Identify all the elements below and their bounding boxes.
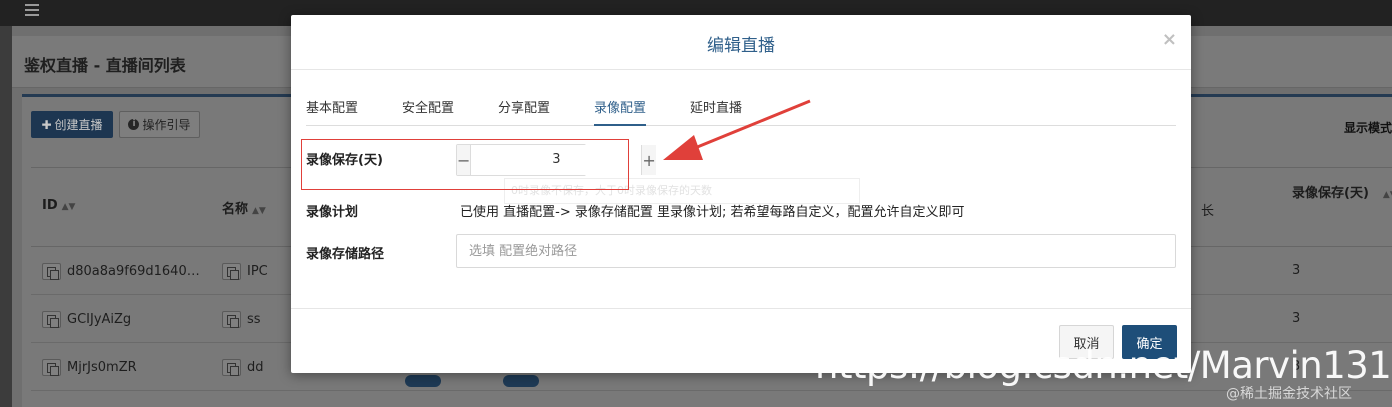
create-live-label: 创建直播: [54, 118, 103, 132]
close-icon[interactable]: ×: [1162, 29, 1177, 50]
plan-label: 录像计划: [306, 205, 359, 220]
copy-icon[interactable]: [42, 311, 61, 328]
column-header-partial: 长: [1201, 204, 1215, 219]
display-mode-label[interactable]: 显示模式: [1344, 119, 1392, 136]
id-cell: GCIJyAiZg: [42, 311, 131, 328]
id-cell: MjrJs0mZR: [42, 359, 137, 376]
watermark-text: https://blog.csdn.net/Marvin1311: [815, 344, 1392, 387]
modal-title: 编辑直播: [707, 36, 775, 56]
edit-live-modal: 编辑直播 × 基本配置 安全配置 分享配置 录像配置 延时直播 录像保存(天) …: [291, 15, 1191, 373]
sort-icon: ▲▼: [1382, 190, 1392, 200]
sort-icon: ▲▼: [252, 206, 266, 216]
name-cell: ss: [222, 311, 261, 328]
path-input[interactable]: [456, 234, 1176, 268]
tab-delay[interactable]: 延时直播: [690, 97, 742, 126]
guide-label: 操作引导: [142, 118, 191, 132]
copy-icon[interactable]: [222, 311, 241, 328]
sort-icon: ▲▼: [61, 202, 76, 212]
toggle-switch[interactable]: [405, 375, 441, 387]
copy-icon[interactable]: [222, 359, 241, 376]
toggle-switch[interactable]: [503, 375, 539, 387]
path-label: 录像存储路径: [306, 247, 385, 262]
create-live-button[interactable]: ✚ 创建直播: [31, 111, 113, 138]
retention-cell: 3: [1292, 311, 1301, 326]
info-icon: i: [128, 119, 140, 130]
plus-icon: ✚: [41, 117, 52, 132]
page-title: 鉴权直播 - 直播间列表: [24, 56, 186, 75]
column-header-id[interactable]: ID ▲▼: [42, 198, 75, 213]
retention-cell: 3: [1292, 263, 1301, 278]
name-cell: IPC: [222, 263, 268, 280]
column-header-retention[interactable]: 录像保存(天)▲▼: [1292, 182, 1392, 201]
highlight-box: [301, 139, 629, 190]
tab-basic[interactable]: 基本配置: [306, 97, 358, 126]
id-cell: d80a8a9f69d1640…: [42, 263, 200, 280]
sidebar-collapsed: [0, 26, 12, 407]
name-cell: dd: [222, 359, 264, 376]
copy-icon[interactable]: [42, 263, 61, 280]
modal-header: 编辑直播 ×: [291, 15, 1191, 70]
modal-tabs: 基本配置 安全配置 分享配置 录像配置 延时直播: [306, 97, 1176, 126]
tab-security[interactable]: 安全配置: [402, 97, 454, 126]
menu-toggle-icon[interactable]: [25, 4, 39, 16]
tab-share[interactable]: 分享配置: [498, 97, 550, 126]
watermark-secondary: @稀土掘金技术社区: [1226, 386, 1352, 402]
increment-button[interactable]: +: [641, 145, 656, 175]
column-header-name[interactable]: 名称 ▲▼: [222, 198, 266, 217]
copy-icon[interactable]: [42, 359, 61, 376]
guide-button[interactable]: i 操作引导: [119, 111, 200, 138]
plan-text: 已使用 直播配置-> 录像存储配置 里录像计划; 若希望每路自定义，配置允许自定…: [460, 205, 965, 220]
copy-icon[interactable]: [222, 263, 241, 280]
tab-recording[interactable]: 录像配置: [594, 97, 647, 126]
